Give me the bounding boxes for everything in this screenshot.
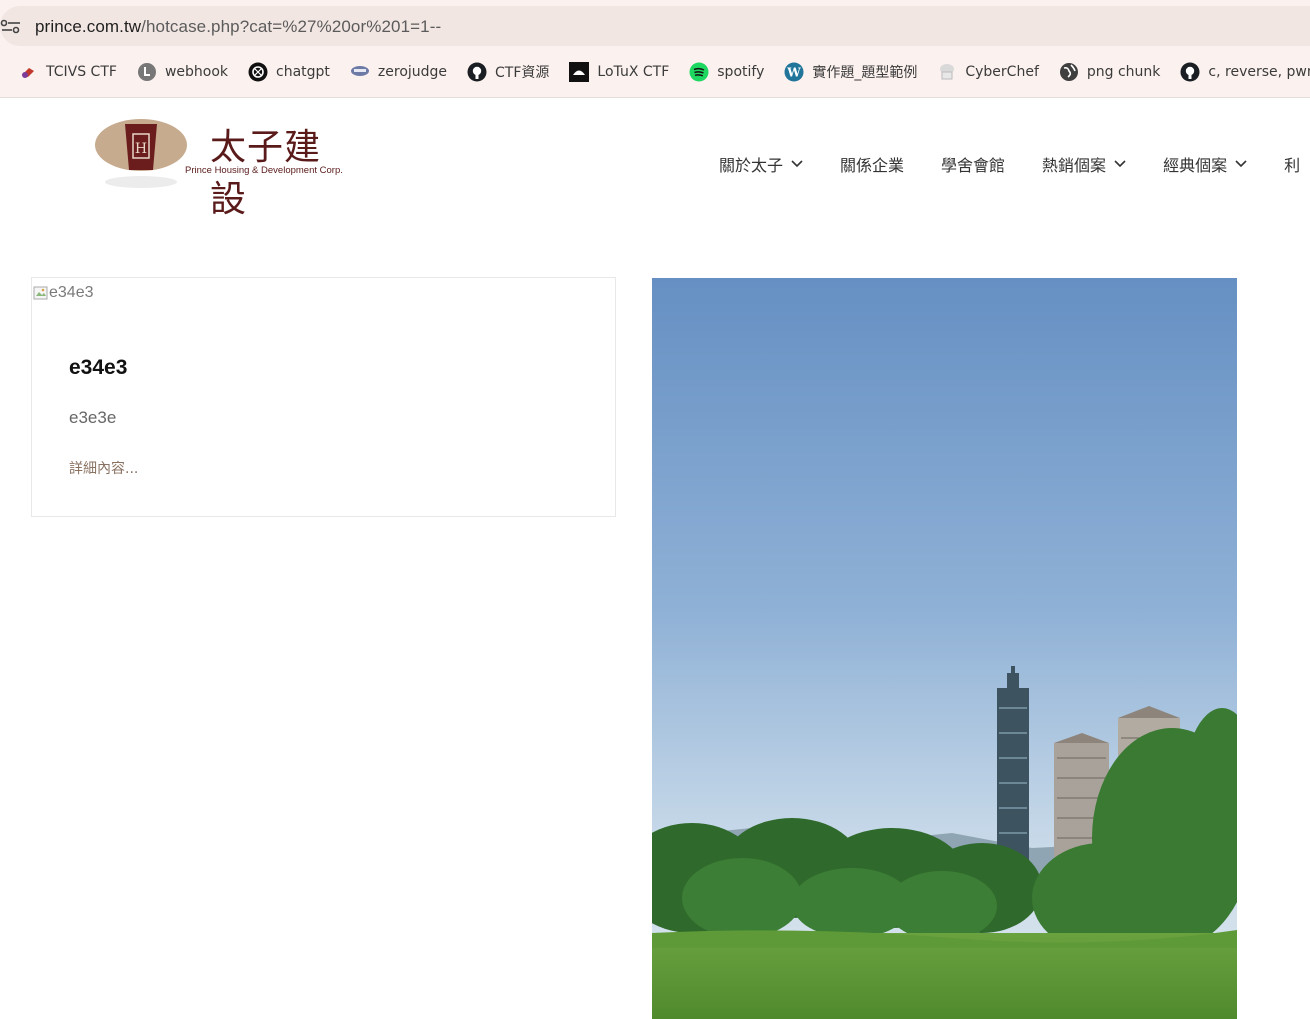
chevron-down-icon bbox=[1235, 160, 1247, 168]
case-image-alt: e34e3 bbox=[49, 284, 94, 301]
bookmark-cyberchef[interactable]: CyberChef bbox=[937, 62, 1039, 82]
zerojudge-icon bbox=[350, 62, 370, 82]
tower-101 bbox=[997, 666, 1029, 868]
lotux-icon bbox=[569, 62, 590, 82]
bookmark-spotify[interactable]: spotify bbox=[689, 62, 764, 82]
bookmark-c-reverse-pwn[interactable]: c, reverse, pwn bbox=[1180, 62, 1310, 82]
nav-about[interactable]: 關於太子 bbox=[719, 152, 803, 176]
url-text[interactable]: prince.com.tw/hotcase.php?cat=%27%20or%2… bbox=[35, 17, 441, 37]
svg-text:W: W bbox=[787, 66, 802, 80]
globe-icon bbox=[1059, 62, 1079, 82]
nav-affiliates[interactable]: 關係企業 bbox=[840, 152, 904, 176]
github-icon bbox=[467, 62, 487, 82]
nav-hot-cases[interactable]: 熱銷個案 bbox=[1042, 152, 1126, 176]
bookmarks-bar: TCIVS CTF webhook chatgpt zerojudge CTF資… bbox=[18, 60, 1310, 84]
chevron-down-icon bbox=[791, 160, 803, 168]
wordpress-icon: W bbox=[784, 62, 804, 82]
bookmark-chatgpt[interactable]: chatgpt bbox=[248, 62, 330, 82]
site-logo[interactable]: H 太子建設 Prince Housing & Development Corp… bbox=[95, 112, 355, 220]
case-image-broken[interactable]: e34e3 bbox=[33, 284, 94, 302]
address-bar[interactable]: prince.com.tw/hotcase.php?cat=%27%20or%2… bbox=[0, 6, 1310, 46]
case-title[interactable]: e34e3 bbox=[69, 356, 127, 380]
chatgpt-icon bbox=[248, 62, 268, 82]
browser-toolbar: prince.com.tw/hotcase.php?cat=%27%20or%2… bbox=[0, 0, 1310, 98]
tcivs-icon bbox=[18, 62, 38, 82]
case-card: e34e3 e34e3 e3e3e 詳細內容... bbox=[31, 277, 616, 517]
spotify-icon bbox=[689, 62, 709, 82]
bookmark-tcivs[interactable]: TCIVS CTF bbox=[18, 62, 117, 82]
details-link[interactable]: 詳細內容... bbox=[69, 458, 138, 478]
bookmark-png-chunk[interactable]: png chunk bbox=[1059, 62, 1160, 82]
nav-dormitory[interactable]: 學舍會館 bbox=[941, 152, 1005, 176]
bookmark-practice-examples[interactable]: W 實作題_題型範例 bbox=[784, 62, 917, 82]
hero-image bbox=[652, 278, 1237, 1019]
logo-subtitle: Prince Housing & Development Corp. bbox=[185, 165, 343, 176]
bookmark-webhook[interactable]: webhook bbox=[137, 62, 228, 82]
bookmark-ctf-resources[interactable]: CTF資源 bbox=[467, 62, 549, 82]
site-info-icon[interactable] bbox=[0, 14, 24, 38]
cyberchef-icon bbox=[937, 62, 957, 82]
svg-text:H: H bbox=[135, 141, 147, 157]
bookmark-zerojudge[interactable]: zerojudge bbox=[350, 62, 447, 82]
main-nav: 關於太子 關係企業 學舍會館 熱銷個案 經典個案 利 bbox=[719, 152, 1300, 176]
nav-classic-cases[interactable]: 經典個案 bbox=[1163, 152, 1247, 176]
chevron-down-icon bbox=[1114, 160, 1126, 168]
webhook-icon bbox=[137, 62, 157, 82]
nav-more[interactable]: 利 bbox=[1284, 152, 1300, 176]
broken-image-icon bbox=[33, 286, 48, 300]
github-icon bbox=[1180, 62, 1200, 82]
bookmark-lotux[interactable]: LoTuX CTF bbox=[569, 62, 669, 82]
case-description: e3e3e bbox=[69, 408, 117, 427]
